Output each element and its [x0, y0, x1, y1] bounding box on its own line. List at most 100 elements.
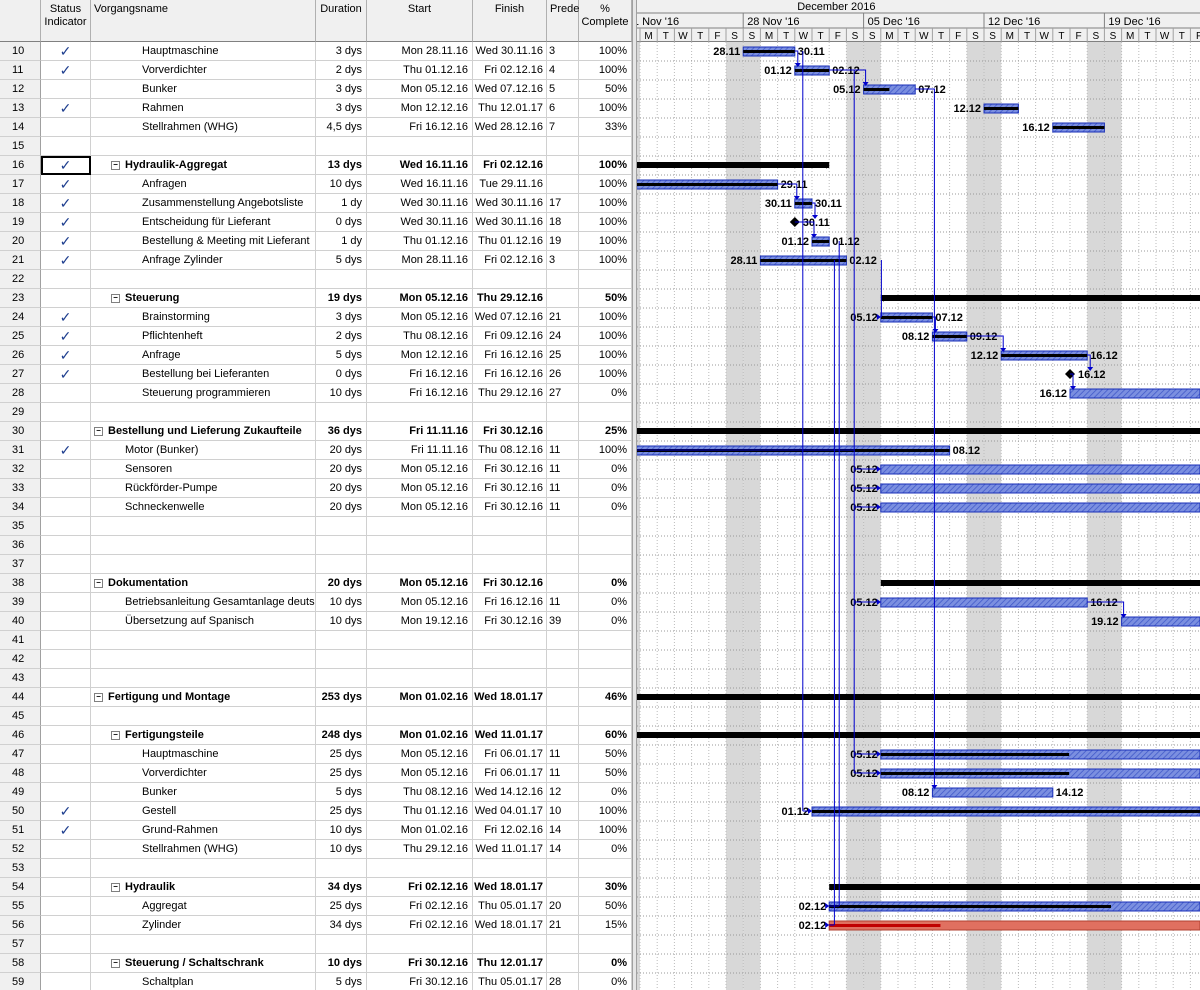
task-name-cell[interactable]: Steuerung programmieren [91, 384, 316, 403]
empty-cell[interactable] [473, 859, 547, 878]
task-id-cell[interactable]: 52 [0, 840, 41, 859]
empty-cell[interactable] [316, 859, 367, 878]
start-cell[interactable]: Mon 05.12.16 [367, 308, 473, 327]
status-indicator-cell[interactable] [41, 422, 91, 441]
task-row[interactable]: 26 ✓ Anfrage 5 dys Mon 12.12.16 Fri 16.12.16 2… [0, 346, 632, 365]
task-id-cell[interactable]: 45 [0, 707, 41, 726]
duration-cell[interactable]: 13 dys [316, 156, 367, 175]
percent-complete-column-header[interactable]: % Complete [579, 0, 632, 42]
percent-complete-cell[interactable]: 100% [579, 232, 632, 251]
task-name-cell[interactable] [91, 669, 316, 688]
task-row[interactable]: 10 ✓ Hauptmaschine 3 dys Mon 28.11.16 Wed 30.… [0, 42, 632, 61]
empty-cell[interactable] [367, 555, 473, 574]
task-row[interactable]: 42 [0, 650, 632, 669]
finish-cell[interactable]: Wed 04.01.17 [473, 802, 547, 821]
empty-cell[interactable] [367, 859, 473, 878]
status-indicator-cell[interactable]: ✓ [41, 194, 91, 213]
percent-complete-cell[interactable]: 0% [579, 783, 632, 802]
empty-cell[interactable] [547, 270, 579, 289]
duration-column-header[interactable]: Duration [316, 0, 367, 42]
empty-cell[interactable] [367, 403, 473, 422]
empty-cell[interactable] [579, 650, 632, 669]
status-indicator-cell[interactable] [41, 270, 91, 289]
duration-cell[interactable]: 0 dys [316, 213, 367, 232]
duration-cell[interactable]: 2 dys [316, 327, 367, 346]
empty-cell[interactable] [316, 517, 367, 536]
start-cell[interactable]: Thu 01.12.16 [367, 232, 473, 251]
status-indicator-cell[interactable] [41, 479, 91, 498]
predecessors-cell[interactable] [547, 878, 579, 897]
task-id-cell[interactable]: 24 [0, 308, 41, 327]
task-id-cell[interactable]: 26 [0, 346, 41, 365]
task-row[interactable]: 46− Fertigungsteile 248 dys Mon 01.02.16 Wed… [0, 726, 632, 745]
task-name-cell[interactable] [91, 517, 316, 536]
task-name-cell[interactable]: − Fertigung und Montage [91, 688, 316, 707]
task-id-cell[interactable]: 50 [0, 802, 41, 821]
task-id-cell[interactable]: 39 [0, 593, 41, 612]
empty-cell[interactable] [547, 707, 579, 726]
start-cell[interactable]: Mon 01.02.16 [367, 688, 473, 707]
start-cell[interactable]: Fri 11.11.16 [367, 422, 473, 441]
empty-cell[interactable] [473, 650, 547, 669]
status-indicator-cell[interactable]: ✓ [41, 251, 91, 270]
task-row[interactable]: 17 ✓ Anfragen 10 dys Wed 16.11.16 Tue 29.11.1… [0, 175, 632, 194]
task-name-cell[interactable]: Bestellung bei Lieferanten [91, 365, 316, 384]
task-row[interactable]: 43 [0, 669, 632, 688]
name-column-header[interactable]: Vorgangsname [91, 0, 316, 42]
predecessors-cell[interactable]: 28 [547, 973, 579, 990]
predecessors-cell[interactable]: 3 [547, 42, 579, 61]
empty-cell[interactable] [547, 935, 579, 954]
task-row[interactable]: 53 [0, 859, 632, 878]
task-name-cell[interactable]: Stellrahmen (WHG) [91, 840, 316, 859]
percent-complete-cell[interactable]: 0% [579, 840, 632, 859]
duration-cell[interactable]: 25 dys [316, 764, 367, 783]
finish-cell[interactable]: Wed 28.12.16 [473, 118, 547, 137]
task-id-cell[interactable]: 36 [0, 536, 41, 555]
duration-cell[interactable]: 253 dys [316, 688, 367, 707]
task-id-cell[interactable]: 12 [0, 80, 41, 99]
empty-cell[interactable] [547, 137, 579, 156]
task-name-cell[interactable]: Anfrage Zylinder [91, 251, 316, 270]
finish-cell[interactable]: Tue 29.11.16 [473, 175, 547, 194]
predecessors-cell[interactable]: 11 [547, 479, 579, 498]
empty-cell[interactable] [547, 669, 579, 688]
task-row[interactable]: 30− Bestellung und Lieferung Zukaufteile 3… [0, 422, 632, 441]
finish-cell[interactable]: Fri 06.01.17 [473, 745, 547, 764]
empty-cell[interactable] [547, 650, 579, 669]
start-cell[interactable]: Mon 05.12.16 [367, 745, 473, 764]
task-name-cell[interactable] [91, 536, 316, 555]
predecessors-cell[interactable] [547, 688, 579, 707]
task-id-cell[interactable]: 43 [0, 669, 41, 688]
duration-cell[interactable]: 5 dys [316, 346, 367, 365]
start-cell[interactable]: Wed 30.11.16 [367, 213, 473, 232]
status-indicator-cell[interactable] [41, 688, 91, 707]
finish-cell[interactable]: Wed 11.01.17 [473, 726, 547, 745]
task-id-cell[interactable]: 42 [0, 650, 41, 669]
finish-cell[interactable]: Fri 16.12.16 [473, 365, 547, 384]
start-cell[interactable]: Fri 16.12.16 [367, 384, 473, 403]
start-column-header[interactable]: Start [367, 0, 473, 42]
task-row[interactable]: 12 Bunker 3 dys Mon 05.12.16 Wed 07.12.16 5 50… [0, 80, 632, 99]
predecessors-cell[interactable]: 6 [547, 99, 579, 118]
duration-cell[interactable]: 3 dys [316, 42, 367, 61]
finish-cell[interactable]: Wed 18.01.17 [473, 916, 547, 935]
start-cell[interactable]: Mon 05.12.16 [367, 498, 473, 517]
task-row[interactable]: 47 Hauptmaschine 25 dys Mon 05.12.16 Fri 06.… [0, 745, 632, 764]
task-name-cell[interactable] [91, 403, 316, 422]
duration-cell[interactable]: 10 dys [316, 384, 367, 403]
status-indicator-cell[interactable]: ✓ [41, 441, 91, 460]
empty-cell[interactable] [316, 669, 367, 688]
start-cell[interactable]: Wed 16.11.16 [367, 175, 473, 194]
task-name-cell[interactable]: Hauptmaschine [91, 42, 316, 61]
empty-cell[interactable] [579, 536, 632, 555]
duration-cell[interactable]: 5 dys [316, 783, 367, 802]
task-name-cell[interactable] [91, 935, 316, 954]
collapse-toggle-icon[interactable]: − [94, 579, 103, 588]
task-row[interactable]: 39 Betriebsanleitung Gesamtanlage deutsch… [0, 593, 632, 612]
start-cell[interactable]: Fri 30.12.16 [367, 954, 473, 973]
predecessors-cell[interactable] [547, 175, 579, 194]
task-id-cell[interactable]: 31 [0, 441, 41, 460]
predecessors-cell[interactable]: 21 [547, 916, 579, 935]
status-indicator-cell[interactable]: ✓ [41, 213, 91, 232]
finish-cell[interactable]: Fri 02.12.16 [473, 251, 547, 270]
